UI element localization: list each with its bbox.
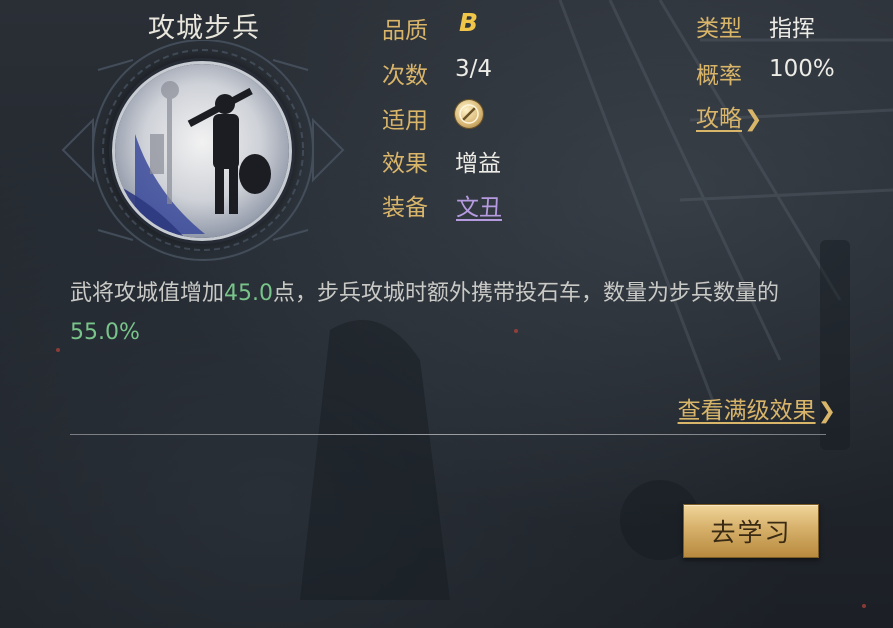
equip-label: 装备 <box>382 195 428 221</box>
quality-label: 品质 <box>382 18 428 44</box>
quality-value: B <box>459 8 479 37</box>
apply-label: 适用 <box>382 108 428 134</box>
infantry-portrait-icon <box>115 81 271 238</box>
view-full-label: 查看满级效果 <box>677 398 816 424</box>
rate-value: 100% <box>769 56 835 82</box>
desc-value-1: 45.0 <box>224 281 273 306</box>
rate-label: 概率 <box>696 63 742 89</box>
divider <box>70 434 826 435</box>
desc-value-2: 55.0% <box>70 320 140 345</box>
learn-button[interactable]: 去学习 <box>683 504 819 558</box>
type-label: 类型 <box>696 16 742 42</box>
chevron-right-icon: ❯ <box>744 107 763 132</box>
troop-type-badge-icon[interactable] <box>455 100 483 128</box>
skill-description: 武将攻城值增加45.0点，步兵攻城时额外携带投石车，数量为步兵数量的 55.0% <box>70 274 830 352</box>
chevron-right-icon: ❯ <box>817 399 836 424</box>
effect-label: 效果 <box>382 151 428 177</box>
effect-value: 增益 <box>455 151 501 177</box>
strategy-label: 攻略 <box>696 106 742 132</box>
type-value: 指挥 <box>769 16 815 42</box>
desc-text-2: 点，步兵攻城时额外携带投石车，数量为步兵数量的 <box>273 281 780 306</box>
view-max-level-link[interactable]: 查看满级效果❯ <box>678 391 836 425</box>
strategy-link[interactable]: 攻略❯ <box>696 99 762 133</box>
equipped-general-link[interactable]: 文丑 <box>456 188 502 222</box>
count-value: 3/4 <box>455 56 493 82</box>
skill-portrait <box>115 64 289 238</box>
desc-text-1: 武将攻城值增加 <box>70 281 225 306</box>
count-label: 次数 <box>382 63 428 89</box>
